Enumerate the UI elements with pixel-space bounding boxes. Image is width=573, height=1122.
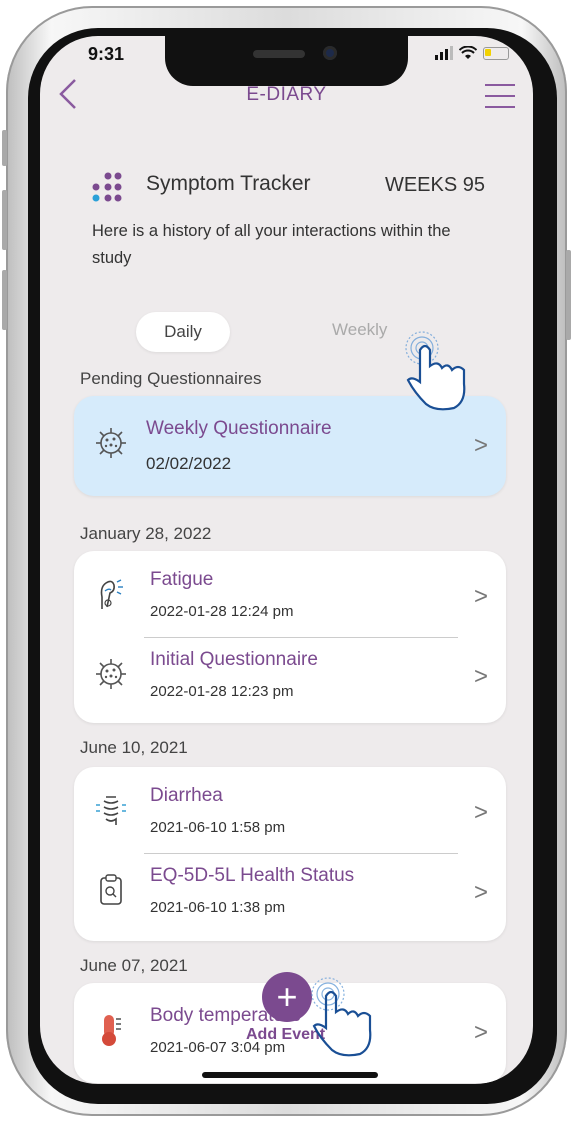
- virus-icon: [96, 659, 126, 689]
- item-date: 2021-06-10 1:58 pm: [150, 819, 286, 836]
- volume-up-button: [2, 190, 7, 250]
- group-date: June 10, 2021: [80, 738, 188, 757]
- group-date: June 07, 2021: [80, 956, 188, 975]
- fatigue-icon: [100, 579, 123, 609]
- tracker-description: Here is a history of all your interactio…: [92, 222, 451, 267]
- chevron-right-icon: >: [473, 1019, 488, 1046]
- item-date: 02/02/2022: [146, 454, 232, 473]
- item-name: Fatigue: [150, 569, 214, 590]
- list-item[interactable]: Diarrhea 2021-06-10 1:58 pm >: [74, 775, 506, 851]
- item-name: Diarrhea: [150, 785, 223, 806]
- tap-hand-icon: [405, 331, 466, 411]
- volume-down-button: [2, 270, 7, 330]
- battery-icon: [483, 46, 509, 60]
- item-name: Weekly Questionnaire: [146, 418, 332, 439]
- status-time: 9:31: [88, 44, 125, 64]
- notch: [165, 36, 408, 86]
- speaker: [253, 50, 305, 58]
- tab-weekly[interactable]: Weekly: [332, 320, 387, 340]
- symptom-tracker-logo-icon: [92, 172, 122, 202]
- chevron-right-icon: >: [473, 663, 488, 690]
- divider: [144, 853, 458, 854]
- intestine-icon: [96, 796, 126, 825]
- list-item[interactable]: Fatigue 2022-01-28 12:24 pm >: [74, 559, 506, 635]
- list-item[interactable]: Weekly Questionnaire 02/02/2022 >: [74, 408, 506, 484]
- camera: [323, 46, 337, 60]
- screen: 9:31 E-DIARY Symptom Tracker WEEKS 95 He…: [40, 36, 533, 1084]
- item-date: 2022-01-28 12:24 pm: [150, 603, 294, 620]
- group-date: January 28, 2022: [80, 524, 212, 543]
- signal-icon: [435, 46, 453, 60]
- weeks-counter: WEEKS 95: [384, 174, 485, 196]
- list-item[interactable]: Initial Questionnaire 2022-01-28 12:23 p…: [74, 639, 506, 715]
- item-name: EQ-5D-5L Health Status: [150, 865, 355, 886]
- thermometer-icon: [102, 1015, 121, 1046]
- add-event-button[interactable]: +: [262, 972, 312, 1022]
- status-icons: [435, 46, 509, 60]
- item-name: Initial Questionnaire: [150, 649, 318, 670]
- item-date: 2022-01-28 12:23 pm: [150, 683, 294, 700]
- chevron-right-icon: >: [473, 799, 488, 826]
- virus-icon: [96, 428, 126, 458]
- side-button: [2, 130, 7, 166]
- item-date: 2021-06-10 1:38 pm: [150, 899, 286, 916]
- power-button: [566, 250, 571, 340]
- divider: [144, 637, 458, 638]
- tap-hand-icon: [311, 977, 372, 1057]
- group-card: Fatigue 2022-01-28 12:24 pm > Initial Qu…: [74, 551, 506, 723]
- chevron-right-icon: >: [473, 583, 488, 610]
- wifi-icon: [459, 46, 477, 59]
- tab-daily[interactable]: Daily: [136, 312, 230, 352]
- pending-label: Pending Questionnaires: [80, 369, 262, 388]
- chevron-right-icon: >: [473, 879, 488, 906]
- chevron-right-icon: >: [473, 432, 488, 459]
- home-indicator: [202, 1072, 378, 1078]
- list-item[interactable]: EQ-5D-5L Health Status 2021-06-10 1:38 p…: [74, 855, 506, 931]
- menu-button[interactable]: [485, 84, 515, 117]
- tracker-title: Symptom Tracker: [146, 172, 311, 195]
- group-card: Diarrhea 2021-06-10 1:58 pm > EQ-5D-5L H…: [74, 767, 506, 941]
- page-title: E-DIARY: [246, 84, 327, 105]
- clipboard-icon: [100, 874, 122, 905]
